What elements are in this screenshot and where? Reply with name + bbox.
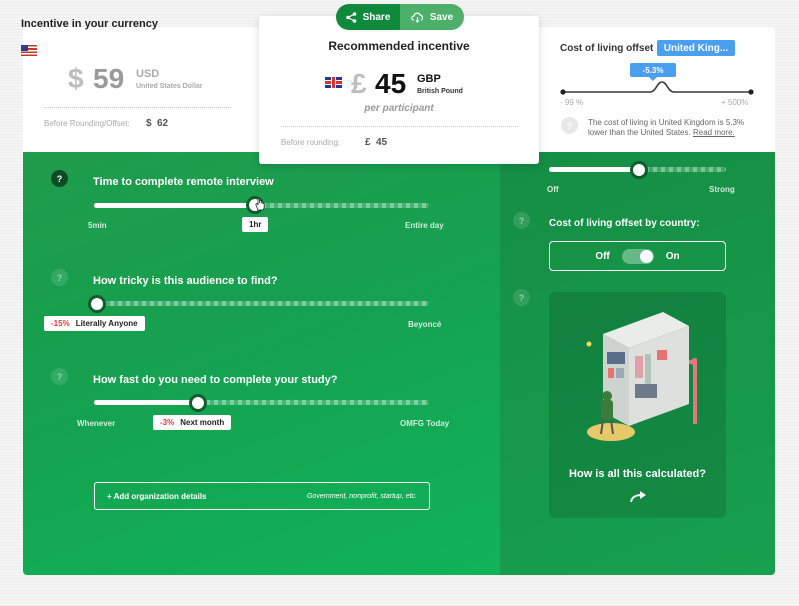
tricky-tag-pct: -15%	[51, 319, 70, 328]
us-flag-icon	[21, 45, 37, 56]
gbp-symbol: £	[351, 68, 367, 99]
strength-max: Strong	[709, 185, 735, 194]
recommended-title: Recommended incentive	[328, 39, 470, 53]
speed-max: OMFG Today	[400, 419, 450, 428]
divider	[44, 107, 231, 108]
share-icon	[345, 11, 356, 23]
calculation-card[interactable]: How is all this calculated?	[549, 292, 726, 518]
toggle-off-label: Off	[595, 250, 610, 262]
time-tag: 1hr	[242, 217, 269, 232]
before-rounding-value: 62	[157, 118, 169, 129]
speed-knob[interactable]	[188, 394, 207, 412]
recommended-card: Recommended incentive £ 45 GBP British P…	[259, 16, 539, 164]
center-before-symbol: £	[365, 137, 371, 148]
calc-title: How is all this calculated?	[569, 468, 706, 480]
center-before-label: Before rounding:	[281, 138, 341, 147]
help-icon[interactable]: ?	[51, 269, 68, 286]
tricky-tag-label: Literally Anyone	[75, 319, 138, 328]
center-before-value: 45	[376, 137, 388, 148]
usd-code: USD	[136, 68, 160, 80]
col-offset-max-dot	[748, 89, 754, 95]
share-label: Share	[362, 11, 391, 23]
time-min: 5min	[88, 221, 107, 230]
help-icon[interactable]: ?	[561, 117, 578, 134]
time-fill	[94, 203, 255, 208]
usd-name: United States Dollar	[136, 83, 203, 90]
time-label: Time to complete remote interview	[93, 176, 274, 188]
curved-arrow-icon[interactable]	[629, 491, 647, 503]
help-icon[interactable]: ?	[513, 212, 530, 229]
speed-min: Whenever	[77, 419, 116, 428]
speed-tag: -3% Next month	[153, 415, 232, 430]
before-rounding-label: Before Rounding/Offset:	[44, 119, 130, 128]
tricky-label: How tricky is this audience to find?	[93, 275, 278, 287]
cursor-hand-icon	[254, 197, 265, 211]
country-offset-toggle[interactable]: Off On	[549, 241, 726, 271]
country-offset-label: Cost of living offset by country:	[549, 218, 700, 229]
add-organization-button[interactable]: + Add organization details Government, n…	[94, 482, 430, 510]
machine-illustration	[586, 312, 697, 441]
col-offset-bubble: -5.3%	[630, 63, 676, 81]
read-more-link[interactable]: Read more.	[693, 128, 735, 137]
usd-symbol: $	[68, 63, 84, 94]
uk-flag-icon	[325, 77, 342, 88]
share-save-group: Share Save	[336, 4, 464, 30]
col-offset-min-dot	[560, 89, 566, 95]
col-offset-slider[interactable]	[558, 74, 758, 100]
tricky-track[interactable]	[94, 301, 429, 306]
strength-min: Off	[547, 185, 559, 194]
strength-fill	[549, 167, 640, 172]
speed-tag-label: Next month	[180, 418, 225, 427]
save-label: Save	[429, 11, 454, 23]
time-max: Entire day	[405, 221, 444, 230]
gbp-name: British Pound	[417, 88, 463, 95]
per-participant: per participant	[364, 103, 434, 114]
speed-fill	[94, 400, 198, 405]
gbp-amount: 45	[375, 68, 407, 99]
inputs-panel	[23, 152, 500, 575]
col-offset-min: - 99 %	[560, 98, 584, 107]
help-icon[interactable]: ?	[51, 170, 68, 187]
country-select[interactable]: United King...	[657, 40, 735, 56]
gbp-code: GBP	[417, 73, 441, 85]
share-button[interactable]: Share	[336, 4, 400, 30]
speed-tag-pct: -3%	[160, 418, 175, 427]
col-offset-track	[563, 81, 751, 93]
tricky-max: Beyoncé	[408, 320, 442, 329]
toggle-on-label: On	[665, 250, 680, 262]
currency-card-title: Incentive in your currency	[21, 18, 158, 30]
help-icon[interactable]: ?	[51, 368, 68, 385]
cloud-download-icon	[410, 12, 423, 23]
center-divider	[281, 126, 518, 127]
toggle-switch[interactable]	[621, 248, 654, 264]
speed-label: How fast do you need to complete your st…	[93, 374, 338, 386]
tricky-tag: -15% Literally Anyone	[44, 316, 145, 331]
help-icon[interactable]: ?	[513, 289, 530, 306]
org-hint: Government, nonprofit, startup, etc.	[306, 492, 417, 500]
col-offset-title: Cost of living offset	[560, 43, 654, 54]
before-rounding-symbol: $	[146, 118, 152, 129]
col-offset-max: + 500%	[721, 98, 749, 107]
org-label: + Add organization details	[107, 491, 207, 501]
save-button[interactable]: Save	[400, 4, 464, 30]
usd-amount: 59	[93, 63, 125, 94]
col-offset-note: The cost of living in United Kingdom is …	[588, 118, 748, 138]
